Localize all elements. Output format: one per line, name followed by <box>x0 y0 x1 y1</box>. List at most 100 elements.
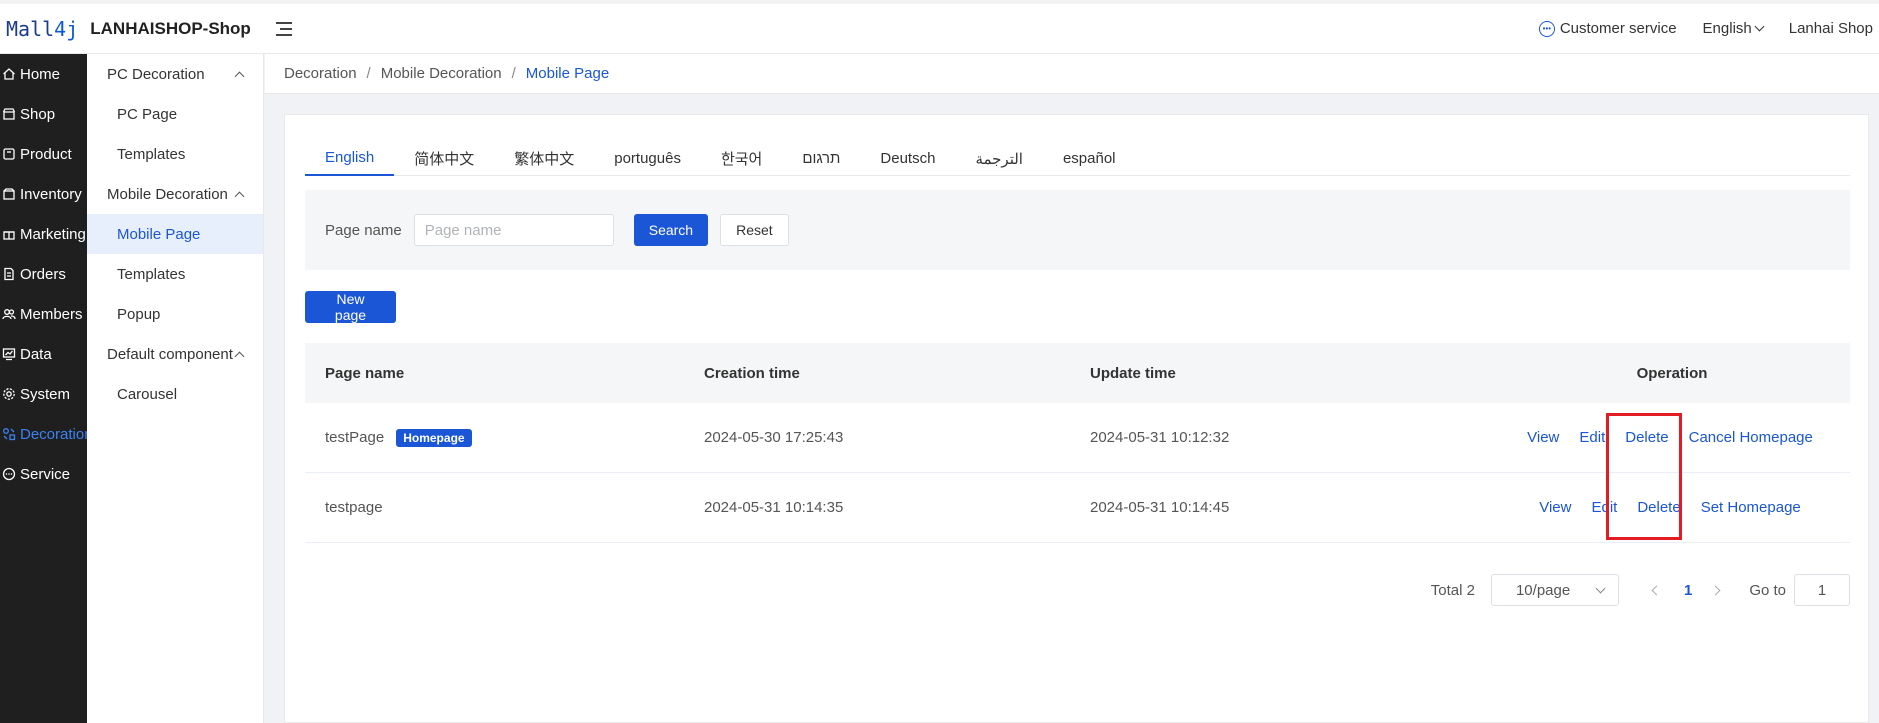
cell-operation: View Edit Delete Cancel Homepage <box>1490 429 1850 446</box>
submenu-group-default-component[interactable]: Default component <box>87 334 263 374</box>
cancel-homepage-link[interactable]: Cancel Homepage <box>1689 429 1813 446</box>
customer-service-link[interactable]: ••• Customer service <box>1538 20 1677 37</box>
app-root: Mall4j LANHAISHOP-Shop ••• Customer serv… <box>0 0 1879 723</box>
goto-page-input[interactable] <box>1794 574 1850 606</box>
prev-page-icon[interactable] <box>1651 585 1662 595</box>
sidebar-item-orders[interactable]: Orders <box>0 254 87 294</box>
view-link[interactable]: View <box>1527 429 1559 446</box>
view-link[interactable]: View <box>1539 499 1571 516</box>
sidebar-item-service[interactable]: Service <box>0 454 87 494</box>
language-label: English <box>1702 20 1752 37</box>
language-tabs: English 简体中文 繁体中文 português 한국어 תרגום De… <box>305 141 1850 176</box>
pagination: Total 2 10/page 1 Go to <box>285 572 1850 608</box>
sidebar-item-label: System <box>20 385 71 403</box>
edit-link[interactable]: Edit <box>1591 499 1617 516</box>
menu-toggle-icon[interactable] <box>276 17 300 41</box>
cell-operation: View Edit Delete Set Homepage <box>1490 499 1850 516</box>
inventory-icon <box>2 187 16 201</box>
home-icon <box>2 67 16 81</box>
sidebar-item-decoration[interactable]: Decoration <box>0 414 93 454</box>
gift-icon <box>2 227 16 241</box>
search-button[interactable]: Search <box>633 214 709 246</box>
page-name-text: testpage <box>325 499 383 516</box>
homepage-badge: Homepage <box>396 428 472 447</box>
user-menu[interactable]: Lanhai Shop <box>1789 20 1873 37</box>
tab-spanish[interactable]: español <box>1043 141 1136 176</box>
app-title: LANHAISHOP-Shop <box>90 18 251 38</box>
tab-english[interactable]: English <box>305 141 395 176</box>
delete-link[interactable]: Delete <box>1637 499 1680 516</box>
submenu-group-mobile-decoration[interactable]: Mobile Decoration <box>87 174 263 214</box>
next-page-icon[interactable] <box>1710 585 1721 595</box>
logo-mark: Mall4j <box>6 17 78 41</box>
breadcrumb-decoration[interactable]: Decoration <box>284 65 357 82</box>
goto-label: Go to <box>1749 581 1786 599</box>
chevron-down-icon <box>1595 583 1606 594</box>
submenu-group-label: PC Decoration <box>107 65 205 83</box>
submenu-item-mobile-page[interactable]: Mobile Page <box>87 214 263 254</box>
top-bar: Mall4j LANHAISHOP-Shop ••• Customer serv… <box>0 0 1879 54</box>
column-header-page-name: Page name <box>325 364 405 382</box>
sidebar-item-label: Decoration <box>20 425 93 443</box>
tab-german[interactable]: Deutsch <box>860 141 955 176</box>
sidebar-item-home[interactable]: Home <box>0 54 87 94</box>
language-dropdown[interactable]: English <box>1702 20 1765 37</box>
column-header-creation-time: Creation time <box>704 364 800 382</box>
sidebar-item-label: Product <box>20 145 72 163</box>
tab-simplified-chinese[interactable]: 简体中文 <box>394 141 494 176</box>
breadcrumb-separator: / <box>511 65 516 82</box>
set-homepage-link[interactable]: Set Homepage <box>1701 499 1801 516</box>
shop-icon <box>2 107 16 121</box>
cell-page-name: testpage <box>305 499 684 516</box>
new-page-button[interactable]: New page <box>305 291 396 323</box>
chevron-up-icon <box>234 351 245 361</box>
page-number-current[interactable]: 1 <box>1684 582 1692 599</box>
tab-arabic[interactable]: الترجمة <box>955 141 1043 176</box>
reset-button[interactable]: Reset <box>720 214 789 246</box>
column-header-update-time: Update time <box>1090 364 1176 382</box>
chevron-up-icon <box>234 71 245 81</box>
submenu-item-pc-page[interactable]: PC Page <box>87 94 263 134</box>
page-name-text: testPage <box>325 429 385 446</box>
submenu-item-popup[interactable]: Popup <box>87 294 263 334</box>
cell-update-time: 2024-05-31 10:12:32 <box>1090 429 1230 446</box>
logo: Mall4j LANHAISHOP-Shop <box>0 17 270 41</box>
sidebar-item-inventory[interactable]: Inventory <box>0 174 87 214</box>
cell-creation-time: 2024-05-30 17:25:43 <box>704 429 844 446</box>
sidebar-item-marketing[interactable]: Marketing <box>0 214 87 254</box>
breadcrumb-mobile-decoration[interactable]: Mobile Decoration <box>381 65 502 82</box>
submenu-group-pc-decoration[interactable]: PC Decoration <box>87 54 263 94</box>
tab-korean[interactable]: 한국어 <box>701 141 782 176</box>
breadcrumb: Decoration / Mobile Decoration / Mobile … <box>265 54 1879 94</box>
sidebar-item-members[interactable]: Members <box>0 294 87 334</box>
sidebar-item-data[interactable]: Data <box>0 334 87 374</box>
search-filter-bar: Page name Search Reset <box>305 190 1850 270</box>
gear-icon <box>2 387 16 401</box>
submenu-item-mobile-templates[interactable]: Templates <box>87 254 263 294</box>
table-header: Page name Creation time Update time Oper… <box>305 343 1850 403</box>
tab-traditional-chinese[interactable]: 繁体中文 <box>494 141 594 176</box>
submenu-item-carousel[interactable]: Carousel <box>87 374 263 414</box>
pages-table: Page name Creation time Update time Oper… <box>305 343 1850 543</box>
tab-portuguese[interactable]: português <box>594 141 701 176</box>
sidebar-item-label: Inventory <box>20 185 82 203</box>
sidebar-item-label: Shop <box>20 105 56 123</box>
sidebar-item-label: Marketing <box>20 225 86 243</box>
edit-link[interactable]: Edit <box>1579 429 1605 446</box>
page-name-input[interactable] <box>413 214 614 246</box>
page-size-select[interactable]: 10/page <box>1490 574 1619 606</box>
sidebar-item-system[interactable]: System <box>0 374 87 414</box>
pagination-total: Total 2 <box>1430 581 1475 599</box>
sidebar-item-product[interactable]: Product <box>0 134 87 174</box>
decoration-submenu: PC Decoration PC Page Templates Mobile D… <box>87 54 264 723</box>
sidebar-item-shop[interactable]: Shop <box>0 94 87 134</box>
row-actions: View Edit Delete Set Homepage <box>1529 499 1811 516</box>
page-size-value: 10/page <box>1515 581 1571 599</box>
breadcrumb-separator: / <box>366 65 371 82</box>
delete-link[interactable]: Delete <box>1625 429 1668 446</box>
column-header-operation: Operation <box>1636 364 1708 382</box>
main-sidebar: Home Shop Product Inventory Marketing Or… <box>0 54 93 723</box>
breadcrumb-current: Mobile Page <box>525 65 610 82</box>
submenu-item-pc-templates[interactable]: Templates <box>87 134 263 174</box>
tab-hebrew[interactable]: תרגום <box>782 141 860 176</box>
